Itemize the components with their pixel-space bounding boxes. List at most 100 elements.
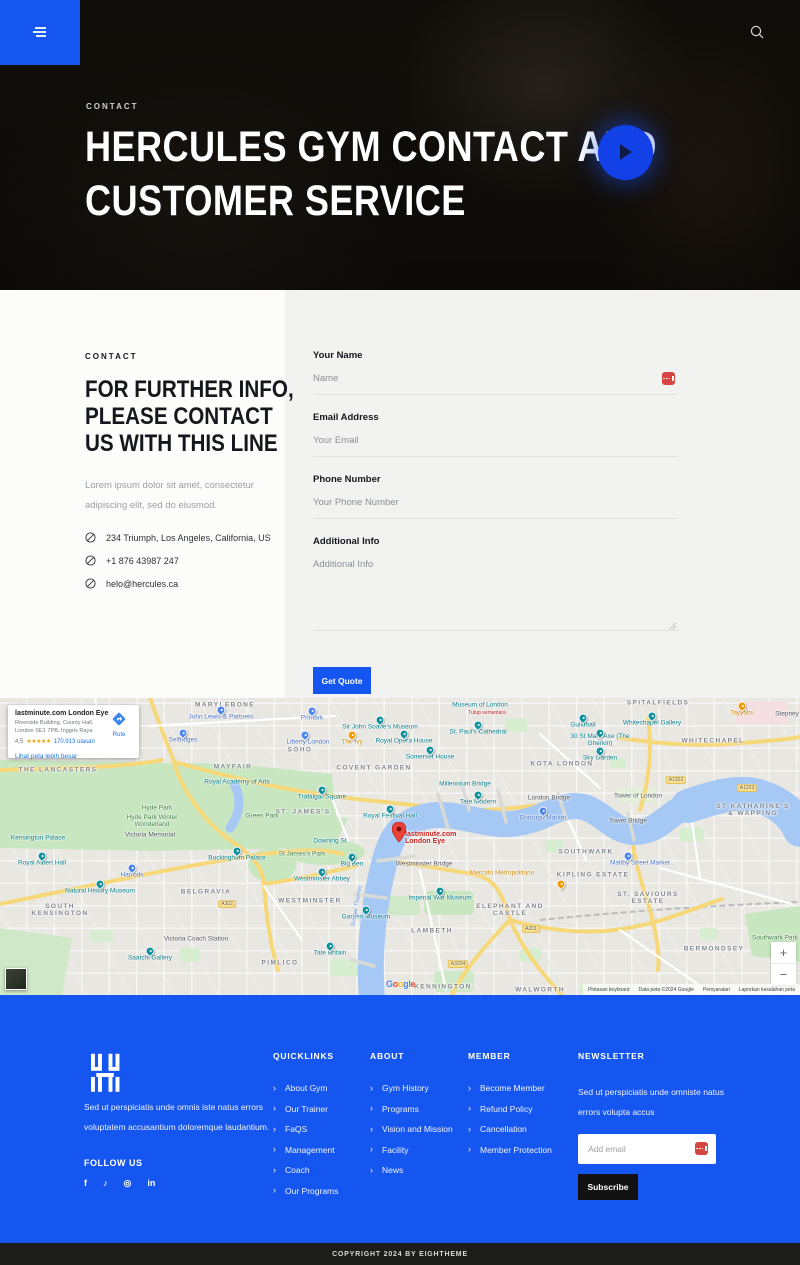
footer-link[interactable]: ›Facility: [370, 1145, 453, 1155]
footer-link[interactable]: ›Our Programs: [273, 1186, 338, 1196]
chevron-right-icon: ›: [468, 1125, 471, 1134]
route-button[interactable]: Rute: [106, 712, 132, 738]
name-field-group: Your Name: [313, 350, 678, 395]
phone-input[interactable]: [313, 489, 678, 519]
footer-link[interactable]: ›Vision and Mission: [370, 1124, 453, 1134]
larger-map-link[interactable]: Lihat peta lebih besar: [15, 753, 77, 760]
contact-item-email: helo@hercules.ca: [85, 578, 270, 589]
hamburger-icon: [33, 27, 48, 37]
email-label: Email Address: [313, 412, 678, 423]
footer-column-about: ABOUT ›Gym History ›Programs ›Vision and…: [370, 1051, 453, 1186]
directions-icon: [112, 712, 126, 726]
footer-link[interactable]: ›Become Member: [468, 1083, 552, 1093]
chevron-right-icon: ›: [273, 1186, 276, 1195]
circle-slash-icon: [85, 578, 96, 589]
map-zoom-control: + −: [771, 942, 796, 985]
map-card-address: Riverside Building, County Hall, London …: [15, 719, 107, 735]
get-quote-button[interactable]: Get Quote: [313, 667, 371, 694]
footer-link[interactable]: ›Cancellation: [468, 1124, 552, 1134]
linkedin-icon[interactable]: in: [147, 1178, 155, 1189]
reviews-link[interactable]: 170.913 ulasan: [54, 739, 95, 745]
follow-us-heading: FOLLOW US: [84, 1158, 143, 1168]
map-section[interactable]: MARYLEBONESPITALFIELDSSOHOMAYFAIRCOVENT …: [0, 698, 800, 995]
info-label: Additional Info: [313, 536, 678, 547]
additional-info-textarea[interactable]: [313, 551, 678, 631]
newsletter: NEWSLETTER Sed ut perspiciatis unde omni…: [578, 1051, 728, 1200]
subscribe-button[interactable]: Subscribe: [578, 1174, 638, 1200]
chevron-right-icon: ›: [370, 1084, 373, 1093]
footer-link[interactable]: ›About Gym: [273, 1083, 338, 1093]
phone-label: Phone Number: [313, 474, 678, 485]
copyright-text: COPYRIGHT 2024 BY EIGHTHEME: [332, 1251, 468, 1258]
autofill-icon[interactable]: [662, 372, 675, 385]
map-card-rating: 4,5 ★★★★★ 170.913 ulasan: [15, 738, 132, 745]
circle-slash-icon: [85, 555, 96, 566]
column-heading: MEMBER: [468, 1051, 552, 1061]
footer-link[interactable]: ›FaQS: [273, 1124, 338, 1134]
chevron-right-icon: ›: [273, 1166, 276, 1175]
contact-eyebrow: CONTACT: [85, 352, 270, 361]
chevron-right-icon: ›: [468, 1104, 471, 1113]
footer-link[interactable]: ›Programs: [370, 1104, 453, 1114]
phone-field-group: Phone Number: [313, 474, 678, 519]
hero-eyebrow: CONTACT: [86, 102, 139, 111]
map-info-card: lastminute.com London Eye Riverside Buil…: [8, 705, 139, 758]
contact-item-phone: +1 876 43987 247: [85, 555, 270, 566]
name-input[interactable]: [313, 365, 678, 395]
footer-description: Sed ut perspiciatis unde omnis iste natu…: [84, 1098, 289, 1137]
report-error-link[interactable]: Laporkan kesalahan peta: [739, 987, 795, 993]
search-button[interactable]: [746, 22, 768, 44]
zoom-out-button[interactable]: −: [771, 964, 796, 985]
footer-link[interactable]: ›Management: [273, 1145, 338, 1155]
chevron-right-icon: ›: [370, 1125, 373, 1134]
footer-link[interactable]: ›Refund Policy: [468, 1104, 552, 1114]
satellite-toggle-thumbnail[interactable]: [5, 968, 27, 990]
resize-handle-icon[interactable]: [669, 623, 676, 630]
chevron-right-icon: ›: [370, 1145, 373, 1154]
contact-item-address: 234 Triumph, Los Angeles, California, US: [85, 532, 270, 543]
column-heading: QUICKLINKS: [273, 1051, 338, 1061]
column-heading: ABOUT: [370, 1051, 453, 1061]
footer-column-quicklinks: QUICKLINKS ›About Gym ›Our Trainer ›FaQS…: [273, 1051, 338, 1206]
play-button[interactable]: [598, 125, 653, 180]
footer-link[interactable]: ›News: [370, 1165, 453, 1175]
instagram-icon[interactable]: ◎: [124, 1178, 132, 1189]
menu-button[interactable]: [0, 0, 80, 65]
chevron-right-icon: ›: [273, 1104, 276, 1113]
zoom-in-button[interactable]: +: [771, 942, 796, 963]
newsletter-heading: NEWSLETTER: [578, 1051, 728, 1061]
info-field-group: Additional Info: [313, 536, 678, 636]
contact-item-list: 234 Triumph, Los Angeles, California, US…: [85, 532, 270, 589]
contact-heading: FOR FURTHER INFO, PLEASE CONTACT US WITH…: [85, 377, 270, 458]
chevron-right-icon: ›: [468, 1084, 471, 1093]
contact-form: Your Name Email Address Phone Number Add…: [313, 350, 678, 694]
keyboard-shortcuts-link[interactable]: Pintasan keyboard: [588, 987, 629, 993]
tiktok-icon[interactable]: ♪: [103, 1178, 108, 1189]
footer: Sed ut perspiciatis unde omnis iste natu…: [0, 995, 800, 1243]
newsletter-text: Sed ut perspiciatis unde omniste natus e…: [578, 1083, 728, 1122]
chevron-right-icon: ›: [468, 1145, 471, 1154]
footer-link[interactable]: ›Gym History: [370, 1083, 453, 1093]
footer-column-member: MEMBER ›Become Member ›Refund Policy ›Ca…: [468, 1051, 552, 1165]
contact-info: CONTACT FOR FURTHER INFO, PLEASE CONTACT…: [85, 352, 270, 601]
chevron-right-icon: ›: [370, 1166, 373, 1175]
footer-link[interactable]: ›Coach: [273, 1165, 338, 1175]
name-label: Your Name: [313, 350, 678, 361]
contact-section: CONTACT FOR FURTHER INFO, PLEASE CONTACT…: [0, 290, 800, 698]
star-rating-icon: ★★★★★: [26, 738, 50, 745]
email-field-group: Email Address: [313, 412, 678, 457]
terms-link[interactable]: Persyaratan: [703, 987, 730, 993]
chevron-right-icon: ›: [273, 1125, 276, 1134]
hercules-logo: [84, 1052, 126, 1094]
play-icon: [620, 144, 632, 160]
footer-link[interactable]: ›Member Protection: [468, 1145, 552, 1155]
page: CONTACT HERCULES GYM CONTACT AND CUSTOME…: [0, 0, 800, 1265]
footer-link[interactable]: ›Our Trainer: [273, 1104, 338, 1114]
email-input[interactable]: [313, 427, 678, 457]
page-title: HERCULES GYM CONTACT AND CUSTOMER SERVIC…: [85, 120, 766, 228]
chevron-right-icon: ›: [273, 1084, 276, 1093]
facebook-icon[interactable]: f: [84, 1178, 87, 1189]
chevron-right-icon: ›: [370, 1104, 373, 1113]
autofill-icon[interactable]: [695, 1142, 708, 1155]
destination-pin-icon[interactable]: [392, 822, 406, 842]
